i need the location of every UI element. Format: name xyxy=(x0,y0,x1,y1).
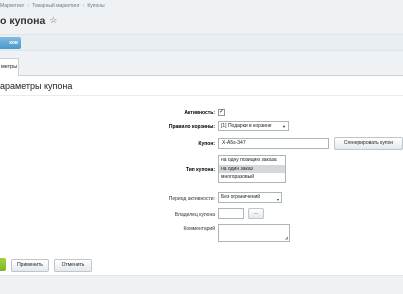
breadcrumb-item-coupons[interactable]: Купоны xyxy=(87,3,104,9)
period-select[interactable]: Без ограничений ▾ xyxy=(218,192,282,203)
chevron-down-icon: ▾ xyxy=(276,197,279,202)
tabs-bar: метры xyxy=(0,58,403,76)
comment-textarea[interactable]: ◢ xyxy=(218,224,290,242)
basket-rule-select[interactable]: [1] Подарки в корзине ▼ xyxy=(218,121,289,131)
coupon-input[interactable]: X-A5s-347 xyxy=(218,138,329,149)
basket-rule-value: [1] Подарки в корзине xyxy=(221,123,272,129)
coupon-form-panel: араметры купона Активность: ✓ Правило ко… xyxy=(0,76,403,276)
active-checkbox[interactable]: ✓ xyxy=(218,109,225,116)
coupon-type-option[interactable]: многоразовый xyxy=(219,173,285,182)
coupons-list-button[interactable]: ков xyxy=(0,37,21,49)
coupon-type-option-selected[interactable]: на один заказ xyxy=(219,164,285,173)
apply-button[interactable]: Применить xyxy=(11,259,49,272)
breadcrumb-separator: › xyxy=(27,3,29,9)
breadcrumb: Маркетинг › Товарный маркетинг › Купоны xyxy=(0,0,403,12)
page-title-text: о купона xyxy=(0,15,46,27)
breadcrumb-separator: › xyxy=(82,3,85,9)
owner-input[interactable] xyxy=(218,208,244,219)
chevron-down-icon: ▼ xyxy=(282,124,286,129)
tab-parameters[interactable]: метры xyxy=(0,58,19,76)
coupon-label: Купон: xyxy=(198,141,215,147)
active-label: Активность: xyxy=(184,110,215,116)
period-value: Без ограничений xyxy=(221,194,261,200)
section-divider xyxy=(0,95,403,96)
toolbar: ков xyxy=(0,34,403,51)
breadcrumb-item-product-marketing[interactable]: Товарный маркетинг xyxy=(32,3,80,9)
period-label: Период активности: xyxy=(168,196,215,202)
page-title: о купона ☆ xyxy=(0,15,57,27)
owner-browse-button[interactable]: ... xyxy=(248,208,264,219)
resize-handle-icon[interactable]: ◢ xyxy=(285,236,288,240)
coupon-type-label: Тип купона: xyxy=(185,167,215,173)
breadcrumb-item-marketing[interactable]: Маркетинг xyxy=(0,3,24,9)
section-title: араметры купона xyxy=(0,81,73,91)
owner-label: Владелец купона xyxy=(174,212,215,218)
save-button[interactable] xyxy=(0,258,6,271)
page-footer xyxy=(0,276,403,294)
check-icon: ✓ xyxy=(219,109,225,115)
cancel-button[interactable]: Отменить xyxy=(54,259,92,272)
coupon-type-listbox[interactable]: на одну позицию заказа на один заказ мно… xyxy=(218,155,286,183)
comment-label: Комментарий xyxy=(183,226,216,232)
generate-coupon-button[interactable]: Сгенерировать купон xyxy=(334,137,403,150)
coupon-type-option[interactable]: на одну позицию заказа xyxy=(219,156,285,165)
basket-rule-label: Правило корзины: xyxy=(168,124,215,130)
star-icon[interactable]: ☆ xyxy=(49,15,57,26)
